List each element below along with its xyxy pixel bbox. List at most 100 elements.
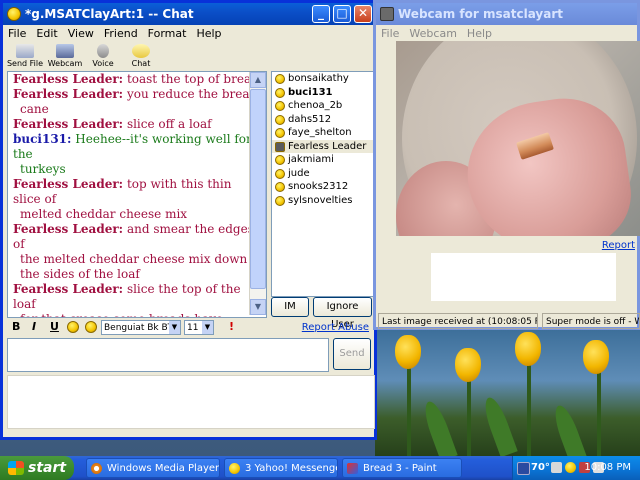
webcam-window: Webcam for msatclayart File Webcam Help Re… xyxy=(373,0,640,330)
webcam-window-title: Webcam for msatclayart xyxy=(398,7,563,21)
webcam-menu-help[interactable]: Help xyxy=(462,25,497,42)
menu-view[interactable]: View xyxy=(63,25,99,42)
clock[interactable]: 10:08 PM xyxy=(584,456,631,480)
task-label: 3 Yahoo! Messenger xyxy=(245,463,338,474)
messenger-smiley-icon xyxy=(229,463,240,474)
tulip xyxy=(395,335,421,369)
message-sender: Fearless Leader: xyxy=(13,282,124,296)
user-list-item[interactable]: faye_shelton xyxy=(272,126,373,140)
bold-button[interactable]: B xyxy=(12,320,20,333)
chat-titlebar[interactable]: *g.MSATClayArt:1 -- Chat _ □ ✕ xyxy=(3,3,374,25)
task-yahoo-messenger[interactable]: 3 Yahoo! Messenger xyxy=(224,458,338,478)
im-button[interactable]: IM xyxy=(271,297,309,317)
task-windows-media-player[interactable]: Windows Media Player xyxy=(86,458,220,478)
audible-icon[interactable] xyxy=(85,321,97,333)
webcam-menu-webcam[interactable]: Webcam xyxy=(404,25,462,42)
user-list-item[interactable]: jude xyxy=(272,167,373,181)
start-button[interactable]: start xyxy=(0,456,74,480)
maximize-button[interactable]: □ xyxy=(333,5,351,23)
tulip-stem xyxy=(527,360,531,456)
paint-icon xyxy=(347,463,358,474)
room-user-list[interactable]: bonsaikathy buci131 chenoa_2b dahs512 faye_s… xyxy=(271,71,374,297)
network-icon[interactable] xyxy=(517,462,530,475)
message-input[interactable] xyxy=(7,338,329,372)
webcam-icon xyxy=(275,141,285,152)
emoticon-icon[interactable] xyxy=(67,321,79,333)
smiley-icon xyxy=(275,168,285,179)
smiley-icon xyxy=(275,155,285,165)
message-text: slice off a loaf xyxy=(126,117,212,131)
message-sender: Fearless Leader: xyxy=(13,222,124,236)
italic-button[interactable]: I xyxy=(32,320,36,333)
ignore-user-button[interactable]: Ignore User xyxy=(313,297,372,330)
menu-file[interactable]: File xyxy=(3,25,31,42)
user-list-item[interactable]: sylsnovelties xyxy=(272,194,373,208)
message-sender: Fearless Leader: xyxy=(13,72,124,86)
weather-temperature[interactable]: 70° xyxy=(531,456,550,480)
user-list-item[interactable]: Fearless Leader xyxy=(272,139,373,153)
chat-transcript[interactable]: Fearless Leader: toast the top of bread F… xyxy=(7,71,267,318)
tulip-leaf xyxy=(480,394,518,456)
task-label: Windows Media Player xyxy=(107,463,220,474)
chat-message: Fearless Leader: slice the top of the lo… xyxy=(13,282,262,317)
chat-icon xyxy=(132,44,150,58)
font-size-select[interactable]: 11 ▼ xyxy=(184,320,214,335)
voice-button[interactable]: Voice xyxy=(83,43,123,68)
menu-edit[interactable]: Edit xyxy=(31,25,62,42)
smiley-icon xyxy=(275,87,285,98)
minimize-button[interactable]: _ xyxy=(312,5,330,23)
chat-button[interactable]: Chat xyxy=(121,43,161,68)
msn-icon[interactable] xyxy=(551,462,562,473)
font-select[interactable]: Benguiat Bk BT ▼ xyxy=(101,320,181,335)
webcam-button[interactable]: Webcam xyxy=(45,43,85,68)
message-sender: Fearless Leader: xyxy=(13,87,124,101)
user-name: Fearless Leader xyxy=(288,140,367,152)
user-list-item[interactable]: buci131 xyxy=(272,86,373,100)
tulip xyxy=(583,340,609,374)
menu-format[interactable]: Format xyxy=(143,25,192,42)
transcript-scrollbar[interactable]: ▲ ▼ xyxy=(249,72,266,315)
menu-friend[interactable]: Friend xyxy=(99,25,143,42)
send-button[interactable]: Send xyxy=(333,338,371,370)
webcam-report-link[interactable]: Report xyxy=(602,240,635,251)
webcam-image xyxy=(396,41,640,236)
tulip xyxy=(515,332,541,366)
message-sender: Fearless Leader: xyxy=(13,177,124,191)
scroll-down-arrow[interactable]: ▼ xyxy=(250,299,266,315)
user-name: buci131 xyxy=(288,86,333,98)
user-list-item[interactable]: snooks2312 xyxy=(272,180,373,194)
webcam-icon xyxy=(56,44,74,58)
scroll-up-arrow[interactable]: ▲ xyxy=(250,72,266,88)
user-name: snooks2312 xyxy=(288,181,349,192)
messenger-tray-icon[interactable] xyxy=(565,462,576,473)
buzz-alert-icon[interactable]: ! xyxy=(229,320,234,333)
ad-area xyxy=(7,375,375,429)
menu-help[interactable]: Help xyxy=(191,25,226,42)
webcam-label: Webcam xyxy=(47,59,83,68)
webcam-titlebar[interactable]: Webcam for msatclayart xyxy=(376,3,637,25)
smiley-icon xyxy=(275,114,285,125)
send-file-icon xyxy=(16,44,34,58)
close-button[interactable]: ✕ xyxy=(354,5,372,23)
send-file-button[interactable]: Send File xyxy=(5,43,45,68)
user-name: bonsaikathy xyxy=(288,73,349,84)
user-name: sylsnovelties xyxy=(288,194,353,206)
message-list: Fearless Leader: toast the top of bread F… xyxy=(8,72,266,317)
report-abuse-link[interactable]: Report Abuse xyxy=(302,322,369,333)
webcam-menu-file[interactable]: File xyxy=(376,25,404,42)
message-text: toast the top of bread xyxy=(126,72,259,86)
user-list-item[interactable]: chenoa_2b xyxy=(272,99,373,113)
last-image-status: Last image received at (10:08:05 PM) xyxy=(378,313,538,329)
chat-message: buci131: Heehee--it's working well for t… xyxy=(13,132,262,177)
message-sender: Fearless Leader: xyxy=(13,117,124,131)
task-paint[interactable]: Bread 3 - Paint xyxy=(342,458,462,478)
user-list-item[interactable]: jakmiami xyxy=(272,153,373,167)
underline-button[interactable]: U xyxy=(50,320,59,333)
user-list-item[interactable]: dahs512 xyxy=(272,113,373,127)
user-name: dahs512 xyxy=(288,113,332,125)
user-name: chenoa_2b xyxy=(288,100,343,111)
user-list-item[interactable]: bonsaikathy xyxy=(272,72,373,86)
scroll-thumb[interactable] xyxy=(250,89,266,289)
voice-icon xyxy=(97,44,109,58)
message-continuation: the melted cheddar cheese mix down the s… xyxy=(20,252,248,281)
